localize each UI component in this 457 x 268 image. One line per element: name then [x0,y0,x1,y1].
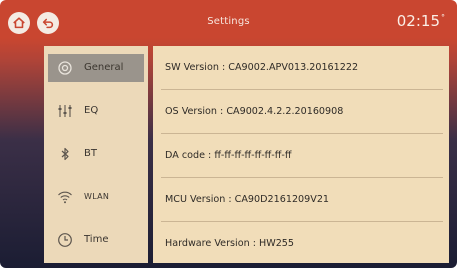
settings-sidebar: General EQ BT WLAN Time [44,46,148,263]
sidebar-item-label: Time [84,234,109,245]
gear-icon [54,60,76,76]
info-value: CA9002.APV013.20161222 [228,62,359,73]
sidebar-item-general[interactable]: General [44,46,148,89]
info-panel: SW Version : CA9002.APV013.20161222 OS V… [153,46,449,263]
clock-time: 02:15 [396,12,440,30]
top-bar: Settings 02:15° [0,0,457,46]
info-value: CA90D2161209V21 [234,194,330,205]
clock-icon [54,232,76,248]
sidebar-item-eq[interactable]: EQ [44,89,148,132]
sidebar-item-time[interactable]: Time [44,218,148,261]
sidebar-item-label: BT [84,148,97,159]
info-value: HW255 [259,238,295,249]
device-screen: Settings 02:15° General EQ BT WLAN Time … [0,0,457,268]
info-value: CA9002.4.2.2.20160908 [226,106,344,117]
info-value: ff-ff-ff-ff-ff-ff-ff-ff [214,150,292,161]
page-title: Settings [207,16,250,27]
info-row-mcu-version: MCU Version : CA90D2161209V21 [153,178,449,221]
sidebar-item-label: WLAN [84,192,110,201]
info-label: MCU Version : [165,194,232,205]
info-label: SW Version : [165,62,226,73]
info-label: DA code : [165,150,212,161]
sidebar-item-bt[interactable]: BT [44,132,148,175]
clock-suffix: ° [441,13,445,22]
clock-display: 02:15° [397,12,445,30]
sidebar-item-label: General [84,62,124,73]
info-row-da-code: DA code : ff-ff-ff-ff-ff-ff-ff-ff [153,134,449,177]
equalizer-icon [54,103,76,119]
info-row-os-version: OS Version : CA9002.4.2.2.20160908 [153,90,449,133]
bluetooth-icon [54,146,76,162]
info-row-sw-version: SW Version : CA9002.APV013.20161222 [153,46,449,89]
info-label: OS Version : [165,106,224,117]
sidebar-item-label: EQ [84,105,99,116]
info-row-hardware-version: Hardware Version : HW255 [153,222,449,265]
sidebar-item-wlan[interactable]: WLAN [44,175,148,218]
wifi-icon [54,189,76,205]
info-label: Hardware Version : [165,238,256,249]
